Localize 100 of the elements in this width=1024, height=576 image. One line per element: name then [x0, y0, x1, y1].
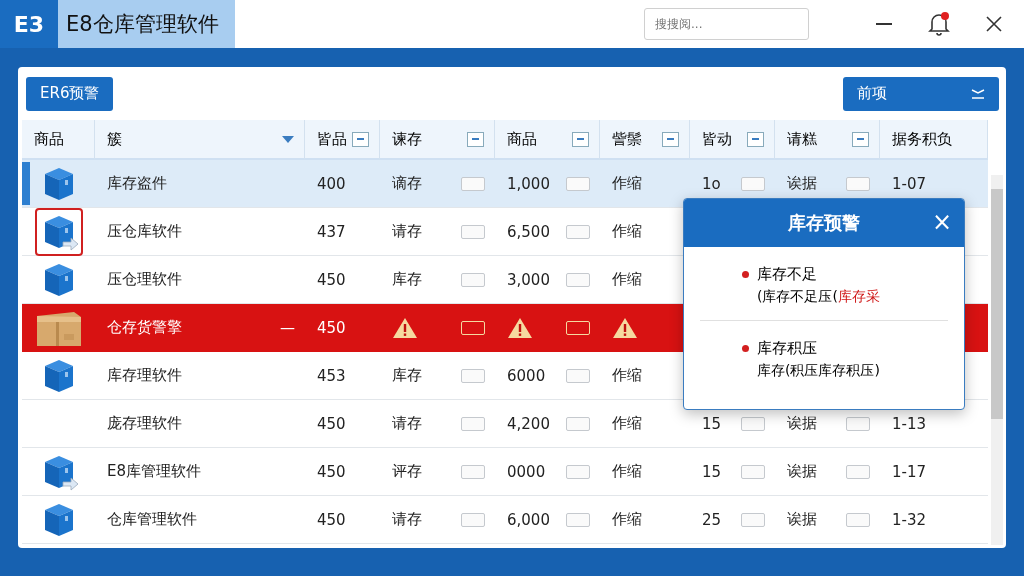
- table-cell: 450: [317, 414, 346, 433]
- warning-icon: [507, 316, 533, 339]
- filter-icon[interactable]: [747, 131, 764, 147]
- rectangle-icon: [566, 320, 590, 335]
- dash-mark: —: [280, 318, 295, 337]
- rectangle-icon: [461, 512, 485, 527]
- rectangle-icon: [461, 416, 485, 431]
- dropdown-arrow-icon[interactable]: [282, 135, 294, 143]
- table-cell: 25: [702, 510, 722, 529]
- rectangle-icon: [566, 272, 590, 287]
- rectangle-icon: [741, 512, 765, 527]
- table-cell: 压仓理软件: [107, 270, 182, 289]
- table-cell: 1,000: [507, 174, 550, 193]
- alert-title: 库存不足: [757, 265, 817, 284]
- table-cell: 压仓库软件: [107, 222, 182, 241]
- table-row[interactable]: 库存盗件 400 谪存 1,000 作缩 1o 诶据 1-07: [22, 160, 988, 208]
- scrollbar[interactable]: [991, 175, 1003, 545]
- table-cell: 1o: [702, 174, 721, 193]
- table-cell: 450: [317, 510, 346, 529]
- rectangle-icon: [461, 464, 485, 479]
- collapse-icon: [971, 88, 985, 99]
- rectangle-icon: [846, 464, 870, 479]
- table-cell: 请存: [392, 414, 422, 433]
- forward-button[interactable]: 前项: [843, 76, 999, 111]
- column-header[interactable]: 訾鬃: [600, 120, 690, 160]
- table-cell: E8库管理软件: [107, 462, 202, 481]
- column-header[interactable]: 皆动: [690, 120, 775, 160]
- table-cell: 1-07: [892, 174, 927, 193]
- table-row[interactable]: E8库管理软件 450 评存 0000 作缩 15 诶据 1-17: [22, 448, 988, 496]
- app-logo: E3: [0, 0, 58, 48]
- selection-bar: [22, 162, 30, 205]
- rectangle-icon: [566, 224, 590, 239]
- close-button[interactable]: ×: [931, 208, 952, 236]
- table-cell: 作缩: [612, 222, 642, 241]
- table-cell: 450: [317, 270, 346, 289]
- table-cell: 库存盗件: [107, 174, 167, 193]
- rectangle-icon: [846, 416, 870, 431]
- table-cell: 作缩: [612, 270, 642, 289]
- minimize-icon: [876, 23, 892, 25]
- table-cell: 库存: [392, 366, 422, 385]
- table-cell: 仓存货警擎: [107, 318, 182, 337]
- rectangle-icon: [741, 416, 765, 431]
- filter-icon[interactable]: [852, 131, 869, 147]
- alert-button[interactable]: ER6预警: [26, 76, 114, 111]
- warning-icon: [612, 316, 638, 339]
- table-cell: 4,200: [507, 414, 550, 433]
- column-header[interactable]: 商品: [22, 120, 95, 160]
- table-cell: 诶据: [787, 462, 817, 481]
- warning-icon: [392, 316, 418, 339]
- table-cell: 作缩: [612, 366, 642, 385]
- table-cell: 请存: [392, 510, 422, 529]
- column-header[interactable]: 请糕: [775, 120, 880, 160]
- rectangle-icon: [461, 368, 485, 383]
- table-cell: 1-13: [892, 414, 927, 433]
- table-cell: 15: [702, 462, 722, 481]
- table-row[interactable]: 仓库管理软件 450 请存 6,000 作缩 25 诶据 1-32: [22, 496, 988, 544]
- table-cell: 作缩: [612, 414, 642, 433]
- table-cell: 3,000: [507, 270, 550, 289]
- table-cell: 0000: [507, 462, 546, 481]
- rectangle-icon: [566, 176, 590, 191]
- search-field[interactable]: 搜搜阅...: [644, 8, 809, 40]
- table-cell: 仓库管理软件: [107, 510, 197, 529]
- table-cell: 库存理软件: [107, 366, 182, 385]
- table-cell: 15: [702, 414, 722, 433]
- table-cell: 437: [317, 222, 346, 241]
- table-cell: 450: [317, 462, 346, 481]
- table-cell: 1-32: [892, 510, 927, 529]
- bell-icon: [927, 11, 951, 37]
- table-cell: 6,500: [507, 222, 550, 241]
- table-cell: 诶据: [787, 174, 817, 193]
- table-cell: 作缩: [612, 510, 642, 529]
- table-cell: 450: [317, 318, 346, 337]
- alert-detail: (库存不足压(库存采: [757, 288, 881, 306]
- filter-icon[interactable]: [467, 131, 484, 147]
- table-cell: 谪存: [392, 174, 422, 193]
- table-cell: 作缩: [612, 462, 642, 481]
- table-cell: 诶据: [787, 510, 817, 529]
- rectangle-icon: [741, 176, 765, 191]
- alert-detail: 库存(积压库存积压): [757, 362, 881, 380]
- column-header[interactable]: 谏存: [380, 120, 495, 160]
- table-cell: 6000: [507, 366, 546, 385]
- close-icon: [986, 16, 1002, 32]
- table-cell: 库存: [392, 270, 422, 289]
- column-header[interactable]: 商品: [495, 120, 600, 160]
- filter-icon[interactable]: [352, 131, 369, 147]
- table-cell: 作缩: [612, 174, 642, 193]
- rectangle-icon: [461, 176, 485, 191]
- table-cell: 6,000: [507, 510, 550, 529]
- popup-title: 库存预警: [788, 211, 860, 235]
- filter-icon[interactable]: [662, 131, 679, 147]
- rectangle-icon: [566, 464, 590, 479]
- column-header[interactable]: 皆品: [305, 120, 380, 160]
- filter-icon[interactable]: [572, 131, 589, 147]
- table-cell: 1-17: [892, 462, 927, 481]
- column-header[interactable]: 据务积负: [880, 120, 988, 160]
- rectangle-icon: [846, 512, 870, 527]
- rectangle-icon: [461, 320, 485, 335]
- table-cell: 453: [317, 366, 346, 385]
- column-header[interactable]: 簇: [95, 120, 305, 160]
- rectangle-icon: [741, 464, 765, 479]
